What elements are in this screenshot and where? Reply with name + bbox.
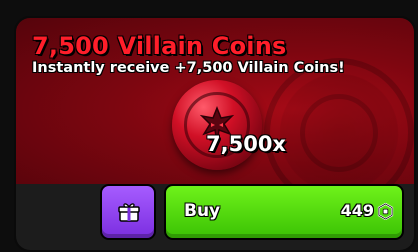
buy-button[interactable]: Buy 449 — [164, 184, 404, 240]
offer-description: Instantly receive +7,500 Villain Coins! — [32, 60, 345, 76]
gift-icon — [118, 203, 140, 222]
buy-button-label: Buy — [184, 201, 221, 221]
villain-coin-icon — [172, 80, 262, 170]
robux-icon — [377, 203, 394, 220]
quantity-label: 7,500x — [206, 132, 286, 156]
gift-button[interactable] — [100, 184, 156, 240]
offer-banner: 7,500 Villain Coins Instantly receive +7… — [16, 18, 414, 208]
price-label: 449 — [340, 201, 374, 220]
offer-title: 7,500 Villain Coins — [32, 32, 287, 60]
